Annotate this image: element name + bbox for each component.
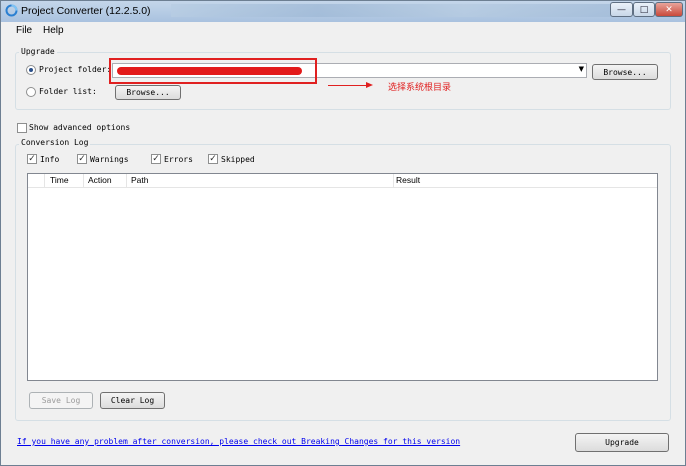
show-advanced-options-label: Show advanced options [29,123,131,132]
breaking-changes-link[interactable]: If you have any problem after conversion… [17,437,460,446]
folder-list-label: Folder list: [39,87,97,96]
upgrade-group-label: Upgrade [19,47,57,56]
show-advanced-options-checkbox[interactable] [17,123,27,133]
warnings-checkbox[interactable]: ✓ [77,154,87,164]
window-title: Project Converter (12.2.5.0) [21,5,151,17]
conversion-log-table[interactable]: Time Action Path Result [27,173,658,381]
column-separator [393,174,394,187]
info-checkbox[interactable]: ✓ [27,154,37,164]
errors-filter-label: Errors [164,155,193,164]
project-folder-label: Project folder: [39,65,112,74]
checkmark-icon: ✓ [152,154,160,164]
maximize-icon: □ [639,4,649,15]
project-converter-window: Project Converter (12.2.5.0) — □ ✕ File … [0,0,686,466]
column-header-action[interactable]: Action [88,175,112,185]
highlight-box [109,58,317,84]
clear-log-button[interactable]: Clear Log [100,392,165,409]
column-header-result[interactable]: Result [396,175,420,185]
annotation-text: 选择系统根目录 [388,83,452,93]
errors-checkbox[interactable]: ✓ [151,154,161,164]
maximize-button[interactable]: □ [633,2,655,17]
save-log-button[interactable]: Save Log [29,392,93,409]
column-separator [126,174,127,187]
close-button[interactable]: ✕ [655,2,683,17]
minimize-button[interactable]: — [610,2,633,17]
checkmark-icon: ✓ [209,154,217,164]
skipped-filter-label: Skipped [221,155,255,164]
warnings-filter-label: Warnings [90,155,129,164]
arrow-head-icon [366,82,373,88]
menu-file[interactable]: File [16,25,32,36]
skipped-checkbox[interactable]: ✓ [208,154,218,164]
column-separator [83,174,84,187]
title-bar: Project Converter (12.2.5.0) — □ ✕ [1,1,685,22]
browse-folder-list-button[interactable]: Browse... [115,85,181,100]
checkmark-icon: ✓ [28,154,36,164]
folder-list-radio[interactable] [26,87,36,97]
column-separator [44,174,45,187]
info-filter-label: Info [40,155,60,164]
title-bar-background-blur [171,4,611,17]
converter-icon [5,4,18,17]
annotation-arrow [328,85,368,86]
upgrade-button[interactable]: Upgrade [575,433,669,452]
browse-project-folder-button[interactable]: Browse... [592,64,658,80]
minimize-icon: — [617,4,626,15]
column-header-path[interactable]: Path [131,175,149,185]
chevron-down-icon[interactable]: ▼ [579,65,584,73]
close-icon: ✕ [665,4,673,15]
conversion-log-label: Conversion Log [19,138,91,147]
menu-bar: File Help [1,22,685,40]
checkmark-icon: ✓ [78,154,86,164]
project-folder-radio[interactable] [26,65,36,75]
menu-help[interactable]: Help [43,25,64,36]
table-header: Time Action Path Result [28,174,657,188]
column-header-time[interactable]: Time [50,175,69,185]
